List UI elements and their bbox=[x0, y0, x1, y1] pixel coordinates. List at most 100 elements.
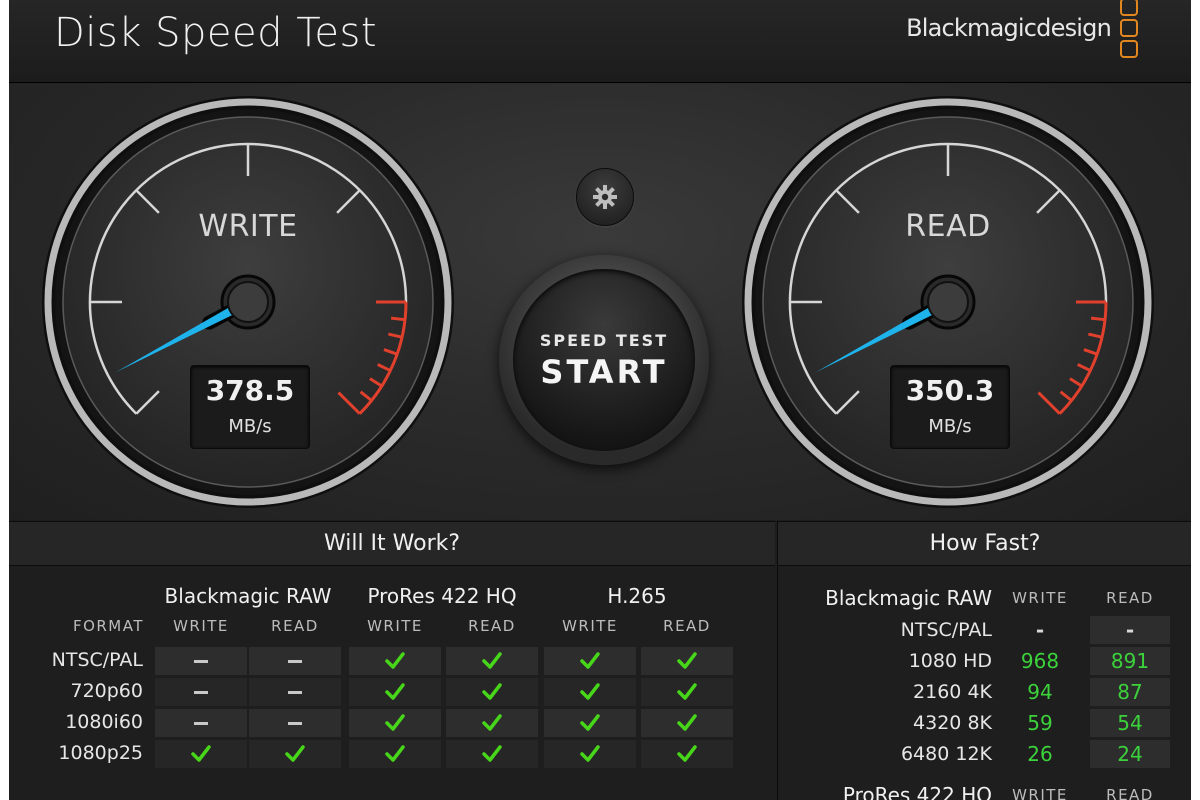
check-icon bbox=[677, 714, 697, 731]
write-value: 378.5 bbox=[205, 374, 295, 407]
write-gauge-dial bbox=[42, 96, 454, 508]
check-icon bbox=[677, 652, 697, 669]
how-fast-read-value: 24 bbox=[1090, 740, 1170, 768]
result-cell bbox=[155, 647, 247, 675]
how-fast-row-label: 6480 12K bbox=[900, 743, 992, 765]
write-column-header: WRITE bbox=[562, 617, 618, 635]
read-column-header: READ bbox=[468, 617, 516, 635]
gear-icon bbox=[593, 185, 617, 209]
how-fast-row-label: NTSC/PAL bbox=[900, 619, 992, 641]
result-cell bbox=[641, 647, 733, 675]
dash-icon bbox=[194, 691, 208, 694]
settings-button[interactable] bbox=[576, 168, 634, 226]
write-readout: 378.5 MB/s bbox=[190, 365, 310, 449]
gauge-redline-tick bbox=[390, 316, 406, 322]
read-gauge-dial bbox=[742, 96, 1154, 508]
result-cell bbox=[249, 740, 341, 768]
how-fast-read-value: 87 bbox=[1090, 678, 1170, 706]
result-cell bbox=[544, 678, 636, 706]
dash-icon bbox=[194, 660, 208, 663]
start-button-face: SPEED TEST START bbox=[513, 269, 695, 451]
how-fast-row-label: 4320 8K bbox=[913, 712, 992, 734]
result-cell bbox=[544, 647, 636, 675]
write-label: WRITE bbox=[198, 209, 298, 244]
result-cell bbox=[446, 678, 538, 706]
result-cell bbox=[249, 678, 341, 706]
how-fast-write-value: 26 bbox=[1027, 742, 1053, 766]
result-cell bbox=[349, 709, 441, 737]
app-title: Disk Speed Test bbox=[54, 10, 378, 56]
format-header: FORMAT bbox=[72, 617, 144, 635]
check-icon bbox=[191, 745, 211, 762]
check-icon bbox=[482, 745, 502, 762]
how-fast-write-value: - bbox=[1035, 618, 1045, 642]
speed-test-start-button[interactable]: SPEED TEST START bbox=[499, 255, 709, 465]
will-it-work-panel: Will It Work? Blackmagic RAW ProRes 422 H… bbox=[9, 521, 775, 800]
how-fast-write-value: 968 bbox=[1020, 649, 1060, 673]
result-cell bbox=[544, 740, 636, 768]
result-cell bbox=[155, 740, 247, 768]
how-fast-next-read-header: READ bbox=[1106, 786, 1154, 800]
check-icon bbox=[677, 683, 697, 700]
codec-header: ProRes 422 HQ bbox=[367, 584, 517, 608]
format-row-label: 1080p25 bbox=[58, 742, 143, 764]
check-icon bbox=[482, 652, 502, 669]
check-icon bbox=[580, 745, 600, 762]
read-label: READ bbox=[905, 209, 991, 244]
dash-icon bbox=[288, 722, 302, 725]
how-fast-title: How Fast? bbox=[778, 522, 1191, 566]
result-cell bbox=[446, 647, 538, 675]
check-icon bbox=[580, 714, 600, 731]
start-button-caption: SPEED TEST bbox=[539, 331, 669, 350]
result-cell bbox=[641, 740, 733, 768]
codec-header: Blackmagic RAW bbox=[164, 584, 332, 608]
check-icon bbox=[385, 745, 405, 762]
read-unit: MB/s bbox=[928, 416, 972, 437]
format-row-label: 1080i60 bbox=[65, 711, 143, 733]
blackmagic-logo-icon bbox=[1120, 0, 1138, 61]
check-icon bbox=[385, 652, 405, 669]
result-cell bbox=[249, 709, 341, 737]
how-fast-read-value: - bbox=[1090, 616, 1170, 644]
app-window: Disk Speed Test Blackmagicdesign WRITE 3… bbox=[9, 0, 1191, 800]
start-button-label: START bbox=[540, 353, 668, 391]
how-fast-codec: Blackmagic RAW bbox=[825, 586, 992, 610]
read-column-header: READ bbox=[271, 617, 319, 635]
how-fast-next-codec: ProRes 422 HQ bbox=[842, 783, 992, 800]
result-cell bbox=[349, 678, 441, 706]
check-icon bbox=[580, 683, 600, 700]
read-value: 350.3 bbox=[905, 374, 995, 407]
how-fast-write-header: WRITE bbox=[1012, 589, 1068, 607]
will-it-work-title: Will It Work? bbox=[9, 522, 775, 566]
read-column-header: READ bbox=[663, 617, 711, 635]
how-fast-row-label: 1080 HD bbox=[908, 650, 992, 672]
title-bar: Disk Speed Test Blackmagicdesign bbox=[9, 0, 1191, 83]
gauge-hub-cap bbox=[927, 281, 969, 323]
write-column-header: WRITE bbox=[173, 617, 229, 635]
result-cell bbox=[349, 740, 441, 768]
how-fast-read-value: 891 bbox=[1090, 647, 1170, 675]
check-icon bbox=[482, 683, 502, 700]
result-cell bbox=[249, 647, 341, 675]
gauge-redline-tick bbox=[1090, 316, 1106, 322]
gauge-area: WRITE 378.5 MB/s SPEED TEST START READ 3… bbox=[9, 83, 1191, 520]
check-icon bbox=[482, 714, 502, 731]
brand-name: Blackmagicdesign bbox=[906, 14, 1112, 42]
check-icon bbox=[677, 745, 697, 762]
codec-header: H.265 bbox=[607, 584, 667, 608]
how-fast-write-value: 94 bbox=[1027, 680, 1053, 704]
gauge-hub-cap bbox=[227, 281, 269, 323]
result-cell bbox=[641, 678, 733, 706]
write-unit: MB/s bbox=[228, 416, 272, 437]
result-cell bbox=[641, 709, 733, 737]
format-row-label: 720p60 bbox=[70, 680, 143, 702]
result-cell bbox=[446, 740, 538, 768]
write-column-header: WRITE bbox=[367, 617, 423, 635]
result-cell bbox=[155, 709, 247, 737]
format-row-label: NTSC/PAL bbox=[51, 649, 143, 671]
how-fast-write-value: 59 bbox=[1027, 711, 1053, 735]
result-cell bbox=[349, 647, 441, 675]
result-cell bbox=[544, 709, 636, 737]
dash-icon bbox=[194, 722, 208, 725]
check-icon bbox=[285, 745, 305, 762]
